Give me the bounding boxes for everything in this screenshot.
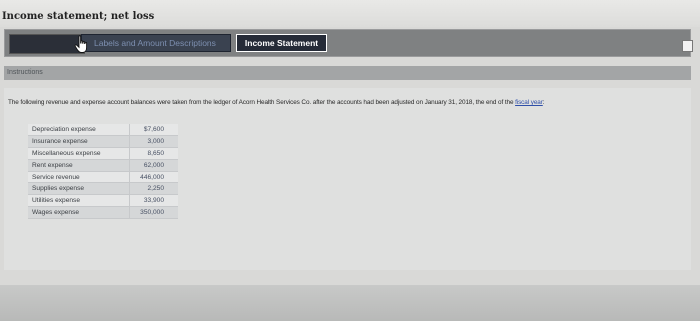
account-balances-table: Depreciation expense $7,600 Insurance ex… — [28, 124, 178, 220]
table-row: Utilities expense 33,900 — [28, 194, 178, 208]
account-amount: 350,000 — [129, 206, 178, 220]
account-amount: 8,650 — [129, 147, 178, 160]
instructions-panel: The following revenue and expense accoun… — [4, 88, 691, 270]
table-row: Supplies expense 2,250 — [28, 182, 178, 196]
account-name: Supplies expense — [28, 182, 130, 196]
table-row: Wages expense 350,000 — [28, 206, 178, 220]
account-amount: 33,900 — [129, 194, 178, 208]
table-row: Rent expense 62,000 — [28, 159, 178, 172]
account-amount: 62,000 — [129, 159, 178, 172]
account-name: Utilities expense — [28, 194, 130, 208]
account-name: Depreciation expense — [28, 124, 130, 136]
account-name: Insurance expense — [28, 135, 130, 148]
instructions-text-end: : — [542, 99, 545, 106]
account-amount: 3,000 — [129, 135, 178, 148]
close-icon[interactable] — [682, 40, 693, 52]
instructions-header: Instructions — [4, 66, 691, 80]
account-amount: 2,250 — [129, 182, 178, 196]
table-row: Service revenue 446,000 — [28, 171, 178, 184]
account-name: Miscellaneous expense — [28, 147, 130, 160]
account-name: Service revenue — [28, 171, 130, 184]
instructions-text-body: The following revenue and expense accoun… — [8, 99, 516, 106]
table-row: Insurance expense 3,000 — [28, 135, 178, 148]
account-name: Rent expense — [28, 159, 130, 172]
account-amount: $7,600 — [129, 124, 178, 136]
account-name: Wages expense — [28, 206, 130, 220]
account-amount: 446,000 — [129, 171, 178, 184]
title-bar: Income statement; net loss — [0, 0, 700, 27]
fiscal-year-link[interactable]: fiscal year — [515, 99, 543, 106]
table-row: Depreciation expense $7,600 — [28, 124, 178, 136]
tab-income-statement[interactable]: Income Statement — [236, 34, 327, 52]
page-title: Income statement; net loss — [2, 11, 155, 22]
instructions-text: The following revenue and expense accoun… — [8, 99, 690, 106]
hand-pointer-icon — [74, 35, 88, 53]
table-row: Miscellaneous expense 8,650 — [28, 147, 178, 160]
tab-bar: Labels and Amount Descriptions Income St… — [4, 29, 691, 57]
bottom-bar — [0, 285, 700, 321]
tab-labels-and-amount-descriptions[interactable]: Labels and Amount Descriptions — [81, 34, 231, 52]
